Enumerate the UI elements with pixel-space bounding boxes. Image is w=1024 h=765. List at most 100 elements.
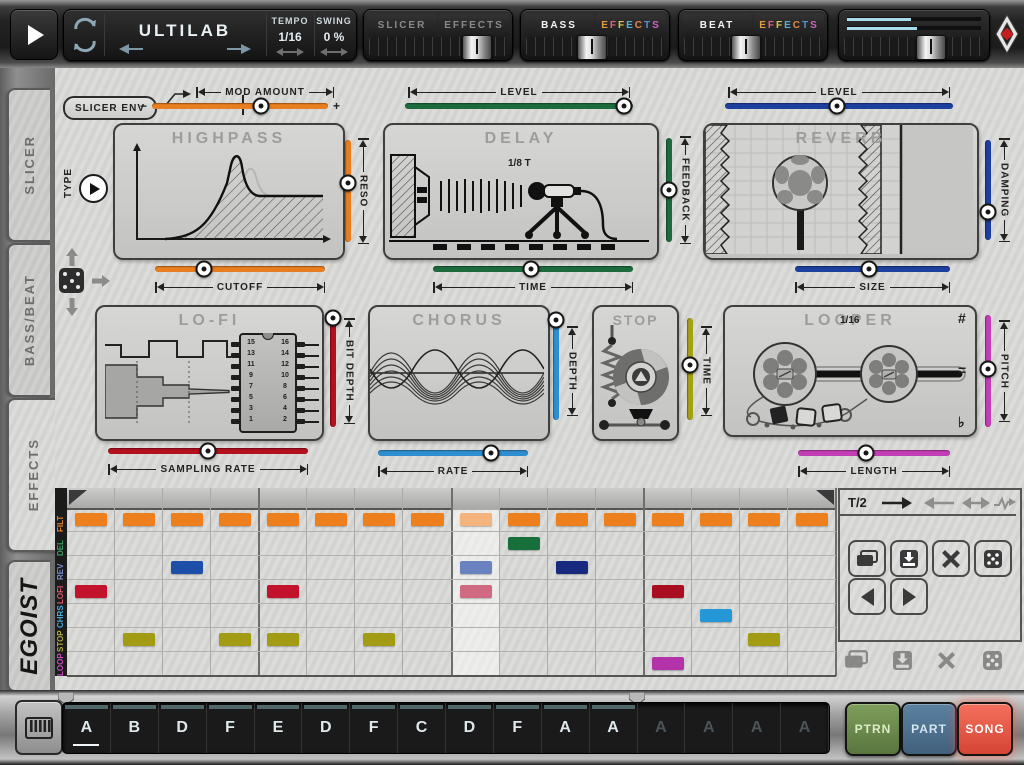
samplingrate-knob[interactable] [200, 443, 217, 460]
grid-cell[interactable] [508, 537, 540, 550]
play-button[interactable] [10, 9, 58, 60]
pattern-slot-8[interactable]: C [398, 703, 446, 753]
master-volume-fader[interactable] [844, 37, 984, 56]
grid-cell[interactable] [123, 633, 155, 646]
sidebar-tab-bassbeat[interactable]: BASS/BEAT [7, 243, 50, 397]
timeline-marker[interactable] [69, 490, 87, 506]
length-slider[interactable] [798, 450, 950, 456]
ptrn-button[interactable]: PTRN [845, 702, 901, 756]
grid-cell[interactable] [75, 585, 107, 598]
samplingrate-slider[interactable] [108, 448, 308, 454]
grid-cell[interactable] [363, 513, 395, 526]
pattern-slot-13[interactable]: A [638, 703, 686, 753]
grid-cell[interactable] [75, 513, 107, 526]
grid-cell[interactable] [460, 561, 492, 574]
reso-knob[interactable] [340, 174, 357, 191]
toggle-effects[interactable]: EFFECTS [439, 13, 509, 37]
shift-left-icon[interactable] [924, 496, 954, 510]
global-random-icon[interactable] [982, 650, 1003, 671]
reverb-level-knob[interactable] [828, 98, 845, 115]
pattern-slot-7[interactable]: F [350, 703, 398, 753]
next-step-button[interactable] [890, 578, 928, 615]
rate-slider[interactable] [378, 450, 528, 456]
randomize-button[interactable] [974, 540, 1012, 577]
swing-value[interactable]: 0 % [312, 30, 356, 44]
transpose-label[interactable]: T/2 [848, 495, 867, 510]
grid-cell[interactable] [460, 513, 492, 526]
random-right-icon[interactable] [92, 274, 110, 288]
pitch-knob[interactable] [980, 360, 997, 377]
grid-cell[interactable] [700, 609, 732, 622]
delay-level-knob[interactable] [615, 98, 632, 115]
preset-next-icon[interactable] [227, 44, 251, 54]
grid-cell[interactable] [267, 513, 299, 526]
global-paste-icon[interactable] [892, 650, 913, 671]
fader-cap[interactable] [577, 35, 607, 60]
length-knob[interactable] [858, 445, 875, 462]
tempo-value[interactable]: 1/16 [268, 30, 312, 44]
feedback-slider[interactable] [666, 138, 672, 242]
toggle-beat[interactable]: BEAT [682, 13, 752, 37]
depth-slider[interactable] [553, 318, 559, 420]
cutoff-knob[interactable] [196, 261, 213, 278]
sidebar-tab-effects[interactable]: EFFECTS [7, 398, 57, 552]
size-knob[interactable] [861, 261, 878, 278]
shift-right-icon[interactable] [882, 496, 912, 510]
redo-icon[interactable] [72, 37, 98, 55]
song-button[interactable]: SONG [957, 702, 1013, 756]
keyboard-button[interactable] [15, 700, 63, 755]
delay-level-slider[interactable] [405, 103, 633, 109]
grid-cell[interactable] [460, 585, 492, 598]
pattern-slot-9[interactable]: D [446, 703, 494, 753]
pattern-slot-4[interactable]: F [207, 703, 255, 753]
grid-cell[interactable] [748, 633, 780, 646]
global-copy-icon[interactable] [844, 650, 868, 670]
toggle-effects[interactable]: EFFECTS [596, 13, 666, 37]
grid-cell[interactable] [508, 513, 540, 526]
tempo-drag-icon[interactable] [276, 48, 304, 56]
grid-cell[interactable] [604, 513, 636, 526]
master-fader-cap[interactable] [916, 35, 946, 60]
pattern-slot-12[interactable]: A [590, 703, 638, 753]
clear-button[interactable] [932, 540, 970, 577]
bitdepth-knob[interactable] [325, 310, 342, 327]
pattern-slot-15[interactable]: A [733, 703, 781, 753]
grid-cell[interactable] [796, 513, 828, 526]
global-clear-icon[interactable] [938, 652, 955, 669]
timeline-marker[interactable] [816, 490, 834, 506]
pattern-slot-6[interactable]: D [302, 703, 350, 753]
pattern-slot-11[interactable]: A [542, 703, 590, 753]
sidebar-tab-egoist[interactable]: EGOIST [7, 560, 50, 692]
random-up-icon[interactable] [65, 248, 79, 266]
filter-type-button[interactable] [79, 174, 108, 203]
grid-cell[interactable] [700, 513, 732, 526]
grid-cell[interactable] [652, 585, 684, 598]
grid-cell[interactable] [171, 513, 203, 526]
preset-prev-icon[interactable] [119, 44, 143, 54]
reverb-level-slider[interactable] [725, 103, 953, 109]
preset-name[interactable]: ULTILAB [106, 21, 264, 41]
grid-cell[interactable] [219, 513, 251, 526]
pattern-slot-3[interactable]: D [159, 703, 207, 753]
size-slider[interactable] [795, 266, 950, 272]
prev-step-button[interactable] [848, 578, 886, 615]
slicer-mix-fader[interactable] [369, 37, 507, 56]
fader-cap[interactable] [462, 35, 492, 60]
sequencer-grid[interactable] [67, 488, 836, 676]
grid-cell[interactable] [267, 585, 299, 598]
feedback-knob[interactable] [661, 182, 678, 199]
pattern-slot-5[interactable]: E [255, 703, 303, 753]
grid-cell[interactable] [171, 561, 203, 574]
toggle-effects[interactable]: EFFECTS [754, 13, 824, 37]
grid-cell[interactable] [315, 513, 347, 526]
stop-time-slider[interactable] [687, 318, 693, 420]
grid-cell[interactable] [556, 561, 588, 574]
toggle-slicer[interactable]: SLICER [367, 13, 437, 37]
sidebar-tab-slicer[interactable]: SLICER [7, 88, 50, 242]
pattern-slot-14[interactable]: A [685, 703, 733, 753]
mirror-icon[interactable] [962, 496, 990, 510]
pattern-slot-1[interactable]: A [63, 703, 111, 753]
fader-cap[interactable] [731, 35, 761, 60]
damping-slider[interactable] [985, 140, 991, 240]
random-down-icon[interactable] [65, 298, 79, 316]
